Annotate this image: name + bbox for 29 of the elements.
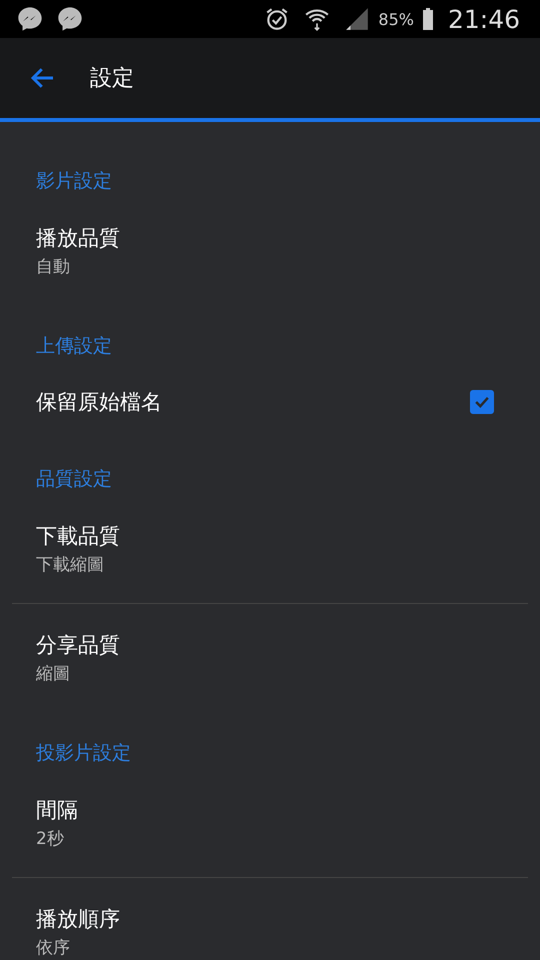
battery-icon (422, 7, 434, 31)
setting-value: 自動 (36, 256, 71, 279)
setting-item[interactable]: 播放品質 自動 (0, 201, 540, 305)
section-header: 上傳設定 (35, 334, 113, 359)
checkbox[interactable] (470, 390, 494, 414)
section-header: 影片設定 (35, 169, 113, 194)
clock: 21:46 (448, 4, 520, 34)
setting-title: 播放順序 (36, 906, 121, 933)
setting-item[interactable]: 間隔 2秒 (0, 773, 540, 877)
setting-title: 下載品質 (36, 523, 121, 550)
alarm-icon (264, 6, 290, 32)
screen-title: 設定 (90, 65, 134, 93)
setting-title: 播放品質 (36, 225, 121, 252)
section-header: 投影片設定 (35, 741, 132, 766)
setting-value: 縮圖 (36, 663, 71, 686)
signal-icon (344, 6, 370, 32)
setting-title: 分享品質 (36, 632, 121, 659)
chat-bubble-icon (56, 5, 84, 33)
setting-item[interactable]: 播放順序 依序 (0, 882, 540, 960)
section-header: 品質設定 (35, 467, 113, 492)
setting-title: 間隔 (36, 797, 79, 824)
setting-value: 依序 (36, 937, 71, 960)
setting-item[interactable]: 下載品質 下載縮圖 (0, 499, 540, 603)
battery-level: 85% (378, 10, 414, 28)
setting-item[interactable]: 分享品質 縮圖 (0, 608, 540, 712)
setting-title: 保留原始檔名 (36, 389, 162, 416)
chat-bubble-icon (16, 5, 44, 33)
setting-value: 下載縮圖 (36, 554, 105, 577)
setting-value: 2秒 (36, 828, 65, 851)
